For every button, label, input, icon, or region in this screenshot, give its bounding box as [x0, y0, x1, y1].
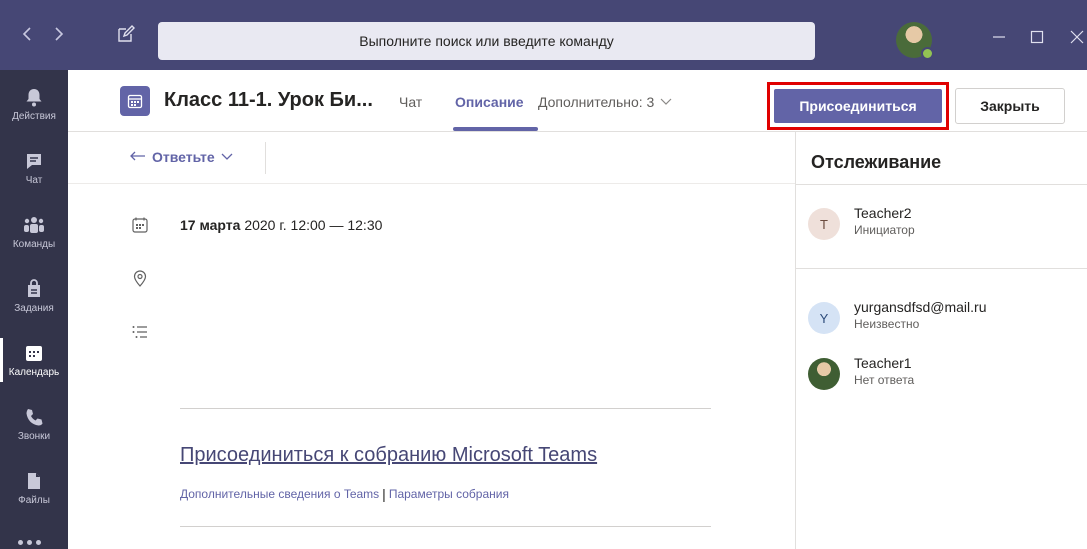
- description-divider-bottom: [180, 526, 711, 527]
- rail-item-activity[interactable]: Действия: [0, 72, 68, 136]
- tab-description[interactable]: Описание: [455, 94, 524, 110]
- attendee-status: Неизвестно: [854, 317, 920, 331]
- description-list-icon: [132, 326, 147, 338]
- rail-label: Файлы: [18, 494, 50, 506]
- avatar: Y: [808, 302, 840, 334]
- teams-icon: [24, 216, 44, 233]
- rail-label: Чат: [25, 174, 43, 186]
- meeting-date-rest: 2020 г. 12:00 — 12:30: [240, 217, 383, 233]
- calendar-icon: [132, 217, 148, 233]
- phone-icon: [26, 408, 43, 425]
- minimize-icon[interactable]: [992, 30, 1006, 44]
- rail-label: Действия: [12, 110, 56, 122]
- app-rail: Действия Чат Команды Задания Календарь З…: [0, 70, 68, 549]
- link-separator: |: [382, 486, 386, 502]
- rail-item-assignments[interactable]: Задания: [0, 264, 68, 328]
- close-button[interactable]: Закрыть: [955, 88, 1065, 124]
- reply-toolbar: Ответьте: [68, 132, 795, 184]
- attendee-name: Teacher1: [854, 355, 912, 371]
- rail-label: Команды: [12, 238, 56, 250]
- rail-item-calendar[interactable]: Календарь: [0, 328, 68, 392]
- avatar: [808, 358, 840, 390]
- description-divider-top: [180, 408, 711, 409]
- meeting-options-link[interactable]: Параметры собрания: [389, 487, 509, 501]
- attendee-status: Нет ответа: [854, 373, 915, 387]
- reply-dropdown[interactable]: Ответьте: [130, 149, 233, 165]
- rail-label: Звонки: [17, 430, 51, 442]
- tab-more[interactable]: Дополнительно: 3: [538, 94, 672, 110]
- meeting-header: Класс 11-1. Урок Би... Чат Описание Допо…: [68, 70, 1087, 132]
- active-tab-indicator: [453, 127, 538, 131]
- attendee-status: Инициатор: [854, 223, 915, 237]
- user-avatar[interactable]: [896, 22, 934, 60]
- tab-more-label: Дополнительно: 3: [538, 94, 655, 110]
- compose-icon[interactable]: [116, 24, 136, 44]
- chevron-down-icon: [660, 98, 672, 105]
- rail-label: Календарь: [8, 366, 60, 378]
- rail-label: Задания: [14, 302, 54, 314]
- attendee-organizer[interactable]: T Teacher2 Инициатор: [808, 204, 915, 240]
- file-icon: [28, 472, 40, 489]
- search-input[interactable]: Выполните поиск или введите команду: [158, 22, 815, 60]
- meeting-links: Дополнительные сведения о Teams | Параме…: [180, 486, 509, 502]
- reply-arrow-icon: [130, 151, 145, 161]
- page-title: Класс 11-1. Урок Би...: [164, 89, 373, 111]
- avatar: T: [808, 208, 840, 240]
- join-button[interactable]: Присоединиться: [774, 89, 942, 123]
- location-pin-icon: [133, 270, 147, 287]
- assignments-icon: [28, 278, 40, 297]
- bell-icon: [26, 88, 42, 106]
- panel-divider: [796, 268, 1087, 269]
- maximize-icon[interactable]: [1030, 30, 1044, 44]
- attendee-item[interactable]: Teacher1 Нет ответа: [808, 354, 914, 390]
- calendar-icon: [26, 345, 42, 361]
- attendee-name: yurgansdfsd@mail.ru: [854, 299, 987, 315]
- nav-arrows: [22, 26, 64, 42]
- teams-info-link[interactable]: Дополнительные сведения о Teams: [180, 487, 379, 501]
- rail-item-files[interactable]: Файлы: [0, 456, 68, 520]
- join-teams-meeting-link[interactable]: Присоединиться к собранию Microsoft Team…: [180, 444, 597, 467]
- toolbar-divider: [265, 142, 266, 174]
- reply-label: Ответьте: [152, 149, 215, 165]
- meeting-calendar-icon: [120, 86, 150, 116]
- forward-arrow-icon[interactable]: [54, 26, 64, 42]
- chevron-down-icon: [221, 153, 233, 160]
- close-window-icon[interactable]: [1070, 30, 1084, 44]
- presence-available-icon: [921, 47, 934, 60]
- attendee-name: Teacher2: [854, 205, 912, 221]
- more-apps-icon[interactable]: [18, 540, 41, 545]
- meeting-date-time: 17 марта 2020 г. 12:00 — 12:30: [180, 217, 382, 233]
- panel-divider: [796, 184, 1087, 185]
- tracking-title: Отслеживание: [811, 152, 942, 172]
- title-bar: Выполните поиск или введите команду: [0, 0, 1087, 70]
- tab-chat[interactable]: Чат: [399, 94, 422, 110]
- rail-item-chat[interactable]: Чат: [0, 136, 68, 200]
- rail-item-teams[interactable]: Команды: [0, 200, 68, 264]
- meeting-date-strong: 17 марта: [180, 217, 241, 233]
- attendee-item[interactable]: Y yurgansdfsd@mail.ru Неизвестно: [808, 298, 987, 334]
- back-arrow-icon[interactable]: [22, 26, 32, 42]
- tracking-panel: Отслеживание T Teacher2 Инициатор Y yurg…: [795, 132, 1087, 549]
- rail-item-calls[interactable]: Звонки: [0, 392, 68, 456]
- chat-icon: [27, 153, 41, 169]
